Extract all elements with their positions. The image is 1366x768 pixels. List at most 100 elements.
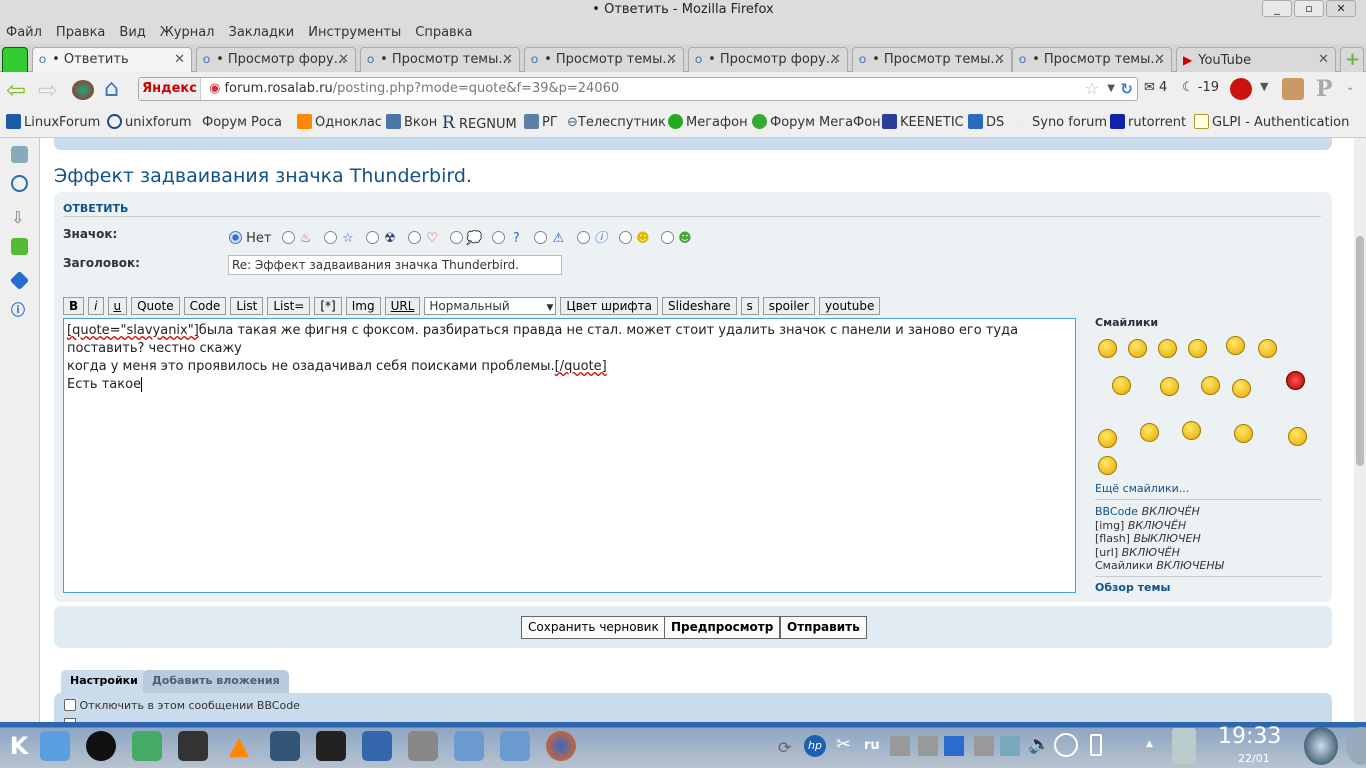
network-icon[interactable]	[1000, 736, 1020, 756]
icon-radio[interactable]	[408, 231, 422, 244]
slideshare-button[interactable]: Slideshare	[661, 297, 737, 315]
history-clock-icon[interactable]	[11, 175, 28, 192]
icon-radio[interactable]	[323, 231, 337, 244]
monitor-icon[interactable]	[270, 731, 300, 761]
devil-icon[interactable]	[1286, 371, 1305, 390]
icon-radio[interactable]	[492, 231, 506, 244]
update-icon[interactable]: ⟳	[778, 738, 791, 757]
hp-icon[interactable]: hp	[804, 735, 826, 757]
sync-icon[interactable]	[72, 80, 94, 100]
smile-icon[interactable]	[1098, 339, 1117, 358]
sleepy-icon[interactable]	[1098, 456, 1117, 475]
volume-icon[interactable]: 🔈	[1028, 734, 1050, 755]
icon-radio[interactable]	[576, 231, 590, 244]
close-tab-icon[interactable]: ✕	[338, 48, 349, 72]
icon-radio[interactable]	[534, 231, 548, 244]
extension-icon[interactable]	[1282, 78, 1304, 100]
bookmark-linuxforum[interactable]: LinuxForum	[6, 108, 100, 138]
page-title[interactable]: Эффект задваивания значка Thunderbird.	[54, 165, 472, 187]
settings-icon[interactable]	[408, 731, 438, 761]
blush-icon[interactable]	[1201, 376, 1220, 395]
clock-date[interactable]: 22/01	[1238, 752, 1270, 765]
file-manager-icon[interactable]	[40, 731, 70, 761]
tab[interactable]: O • Просмотр фору... ✕	[196, 47, 356, 72]
scrollbar-thumb[interactable]	[1356, 236, 1364, 466]
bookmark-rutorrent[interactable]: rutorrent	[1110, 108, 1186, 138]
tab[interactable]: O • Просмотр фору... ✕	[688, 47, 848, 72]
weather-icon[interactable]: ☾ -19	[1182, 80, 1219, 95]
img-button[interactable]: Img	[345, 297, 381, 315]
cry-icon[interactable]	[1232, 379, 1251, 398]
history-dropdown-icon[interactable]: ▼	[1107, 78, 1115, 100]
disable-bbcode-checkbox[interactable]	[64, 699, 76, 711]
network-icon[interactable]	[362, 731, 392, 761]
close-tab-icon[interactable]: ✕	[1318, 48, 1329, 72]
menu-edit[interactable]: Правка	[56, 22, 105, 44]
network-connected-icon[interactable]	[944, 736, 964, 756]
menu-bookmarks[interactable]: Закладки	[229, 22, 295, 44]
clock-time[interactable]: 19:33	[1218, 724, 1281, 749]
bookmark-telesputnik[interactable]: ⊖Телеспутник	[567, 108, 666, 138]
preview-button[interactable]: Предпросмотр	[664, 616, 781, 639]
menu-help[interactable]: Справка	[415, 22, 472, 44]
battery-icon[interactable]	[1090, 734, 1102, 756]
menu-tools[interactable]: Инструменты	[308, 22, 401, 44]
close-tab-icon[interactable]: ✕	[994, 48, 1005, 72]
close-tab-icon[interactable]: ✕	[174, 48, 185, 72]
spoiler-button[interactable]: spoiler	[762, 297, 815, 315]
url-button[interactable]: URL	[384, 297, 421, 315]
system-monitor-icon[interactable]	[178, 731, 208, 761]
bold-button[interactable]: B	[63, 297, 85, 315]
italic-button[interactable]: i	[88, 297, 104, 315]
site-identity-icon[interactable]: ◉	[209, 81, 220, 96]
sad-icon[interactable]	[1128, 339, 1147, 358]
message-textarea[interactable]: [quote="slavyanix"]была такая же фигня с…	[63, 318, 1076, 593]
url-bar[interactable]: Яндекс ◉ forum.rosalab.ru/posting.php?mod…	[138, 77, 1138, 101]
bookmark-syno-forum[interactable]: Syno forum	[1014, 108, 1107, 138]
bookmark-megafon[interactable]: Мегафон	[668, 108, 748, 138]
network-icon[interactable]	[974, 736, 994, 756]
tongue-icon[interactable]	[1182, 421, 1201, 440]
overflow-chevron-icon[interactable]: ⌄	[1346, 82, 1354, 93]
tab-settings[interactable]: Настройки	[61, 670, 147, 693]
point-icon[interactable]	[1140, 423, 1159, 442]
status-key[interactable]: BBCode	[1095, 505, 1138, 518]
yandex-search-button[interactable]: Яндекс	[139, 78, 201, 100]
close-window-button[interactable]: ✕	[1326, 0, 1356, 17]
ordered-list-button[interactable]: List=	[267, 297, 311, 315]
code-button[interactable]: Code	[183, 297, 227, 315]
bookmark-vkontakte[interactable]: Вкон	[386, 108, 437, 138]
icon-radio[interactable]	[281, 231, 295, 244]
page-scrollbar[interactable]	[1354, 138, 1366, 722]
tab-reply[interactable]: O • Ответить ✕	[32, 47, 192, 72]
media-player-icon[interactable]	[132, 731, 162, 761]
minimize-button[interactable]: _	[1262, 0, 1292, 17]
close-tab-icon[interactable]: ✕	[502, 48, 513, 72]
icon-radio-none[interactable]	[229, 231, 242, 244]
usb-icon[interactable]	[1054, 733, 1078, 757]
close-tab-icon[interactable]: ✕	[830, 48, 841, 72]
firefox-icon[interactable]	[546, 731, 576, 761]
tab[interactable]: O • Просмотр темы... ✕	[1012, 47, 1172, 72]
info-icon[interactable]: ⓘ	[11, 300, 28, 319]
new-tab-button[interactable]: +	[1340, 47, 1364, 72]
wink-icon[interactable]	[1098, 429, 1117, 448]
terminal-icon[interactable]	[316, 731, 346, 761]
tab-group-icon[interactable]	[2, 47, 28, 72]
trash-icon[interactable]	[1172, 728, 1196, 764]
bookmarks-sidebar-icon[interactable]	[11, 146, 28, 163]
bookmark-glpi[interactable]: GLPI - Authentication	[1194, 108, 1349, 138]
bookmark-keenetic[interactable]: KEENETIC	[882, 108, 964, 138]
icon-radio[interactable]	[618, 231, 632, 244]
strike-button[interactable]: s	[740, 297, 759, 315]
thumbsup-icon[interactable]	[1160, 377, 1179, 396]
list-button[interactable]: List	[230, 297, 264, 315]
maximize-button[interactable]: ▫	[1294, 0, 1324, 17]
font-color-button[interactable]: Цвет шрифта	[560, 297, 658, 315]
submit-button[interactable]: Отправить	[780, 616, 867, 639]
grin-icon[interactable]	[1158, 339, 1177, 358]
icon-radio[interactable]	[365, 231, 379, 244]
back-button[interactable]: ⇦	[6, 76, 26, 104]
tab[interactable]: O • Просмотр темы... ✕	[360, 47, 520, 72]
bookmark-odnoklassniki[interactable]: Одноклас	[297, 108, 382, 138]
